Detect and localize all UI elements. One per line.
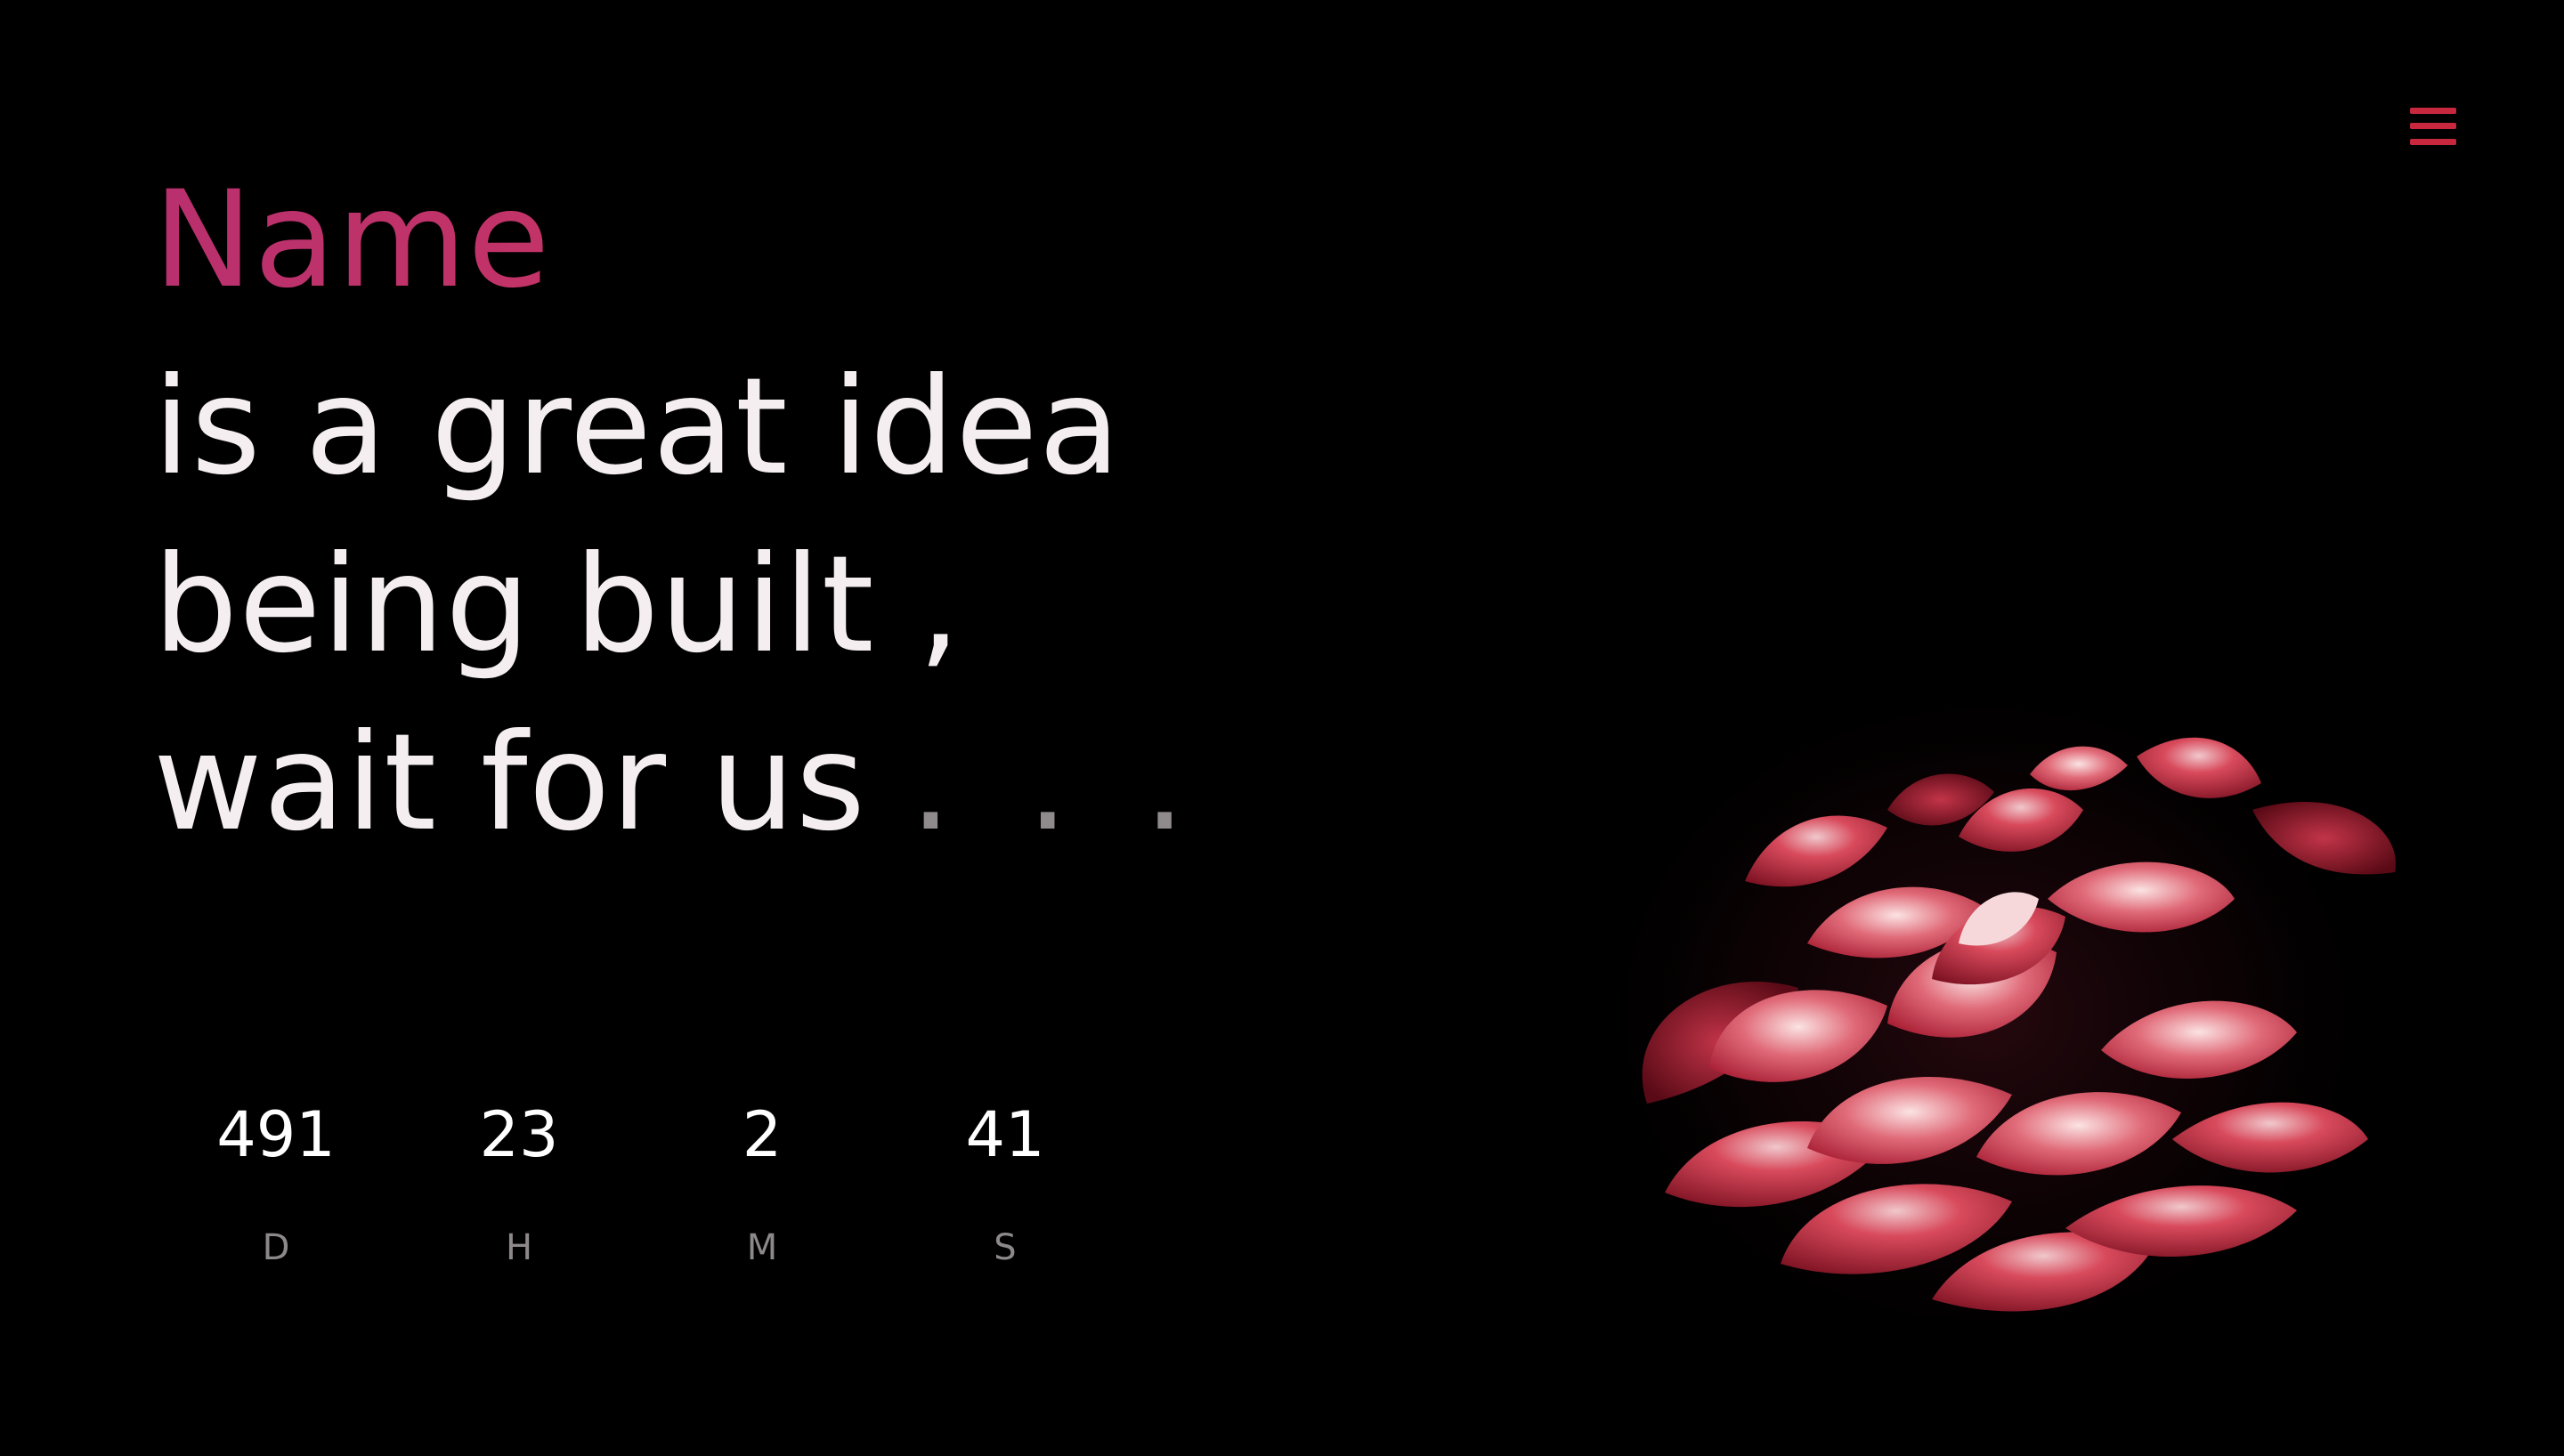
countdown-hours-value: 23 bbox=[479, 1098, 559, 1171]
countdown-days-label: D bbox=[262, 1227, 290, 1268]
flower-image bbox=[1567, 659, 2404, 1371]
tagline-line-3-text: wait for us bbox=[153, 706, 866, 861]
tagline-line-2: being built , bbox=[153, 528, 961, 683]
countdown-hours: 23 H bbox=[430, 1090, 608, 1270]
countdown-days-value: 491 bbox=[216, 1098, 336, 1171]
countdown-minutes: 2 M bbox=[673, 1090, 851, 1270]
countdown-seconds-value: 41 bbox=[965, 1098, 1045, 1171]
tagline-line-3: wait for us . . . bbox=[153, 694, 1202, 872]
countdown-seconds: 41 S bbox=[916, 1090, 1094, 1270]
menu-button[interactable] bbox=[2408, 103, 2458, 150]
headline: Name is a great idea being built , wait … bbox=[153, 160, 1202, 872]
hamburger-menu-icon-bar bbox=[2410, 139, 2456, 145]
brand-name: Name bbox=[153, 160, 1202, 338]
countdown-minutes-label: M bbox=[746, 1227, 778, 1268]
countdown-minutes-value: 2 bbox=[742, 1098, 783, 1171]
ellipsis: . . . bbox=[909, 706, 1203, 861]
hamburger-menu-icon bbox=[2410, 108, 2456, 114]
countdown-seconds-label: S bbox=[994, 1227, 1017, 1268]
tagline-line-1: is a great idea bbox=[153, 350, 1122, 505]
countdown-timer: 491 D 23 H 2 M 41 S bbox=[187, 1090, 1166, 1322]
countdown-days: 491 D bbox=[187, 1090, 365, 1270]
countdown-hours-label: H bbox=[505, 1227, 533, 1268]
hamburger-menu-icon-bar bbox=[2410, 123, 2456, 129]
